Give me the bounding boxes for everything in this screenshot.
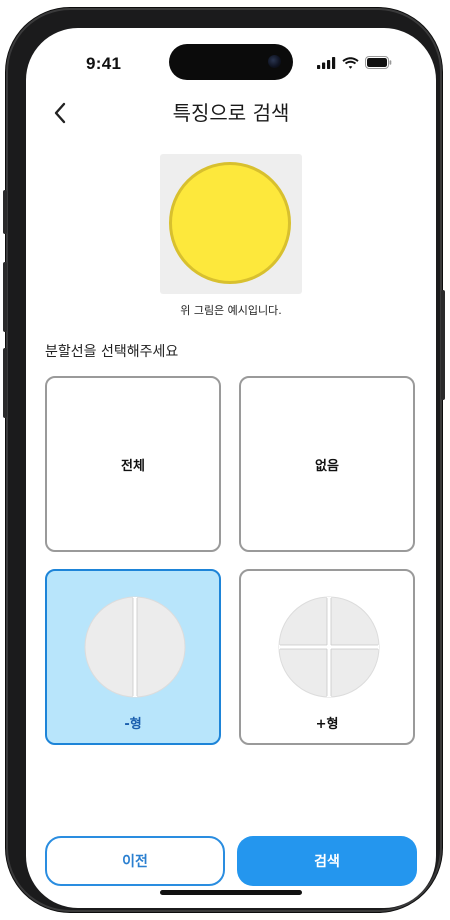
home-indicator[interactable] (160, 890, 302, 895)
phone-bezel: 9:41 특징으로 검색 위 그림은 예시입니다. 분할선을 선택해주세요 전체… (6, 8, 442, 912)
option-plus-line[interactable]: +형 (239, 569, 415, 745)
page-title: 특징으로 검색 (172, 101, 290, 125)
wifi-icon (342, 56, 359, 69)
signal-icon (317, 56, 336, 69)
app-screen: 9:41 특징으로 검색 위 그림은 예시입니다. 분할선을 선택해주세요 전체… (26, 28, 436, 908)
option-label: 전체 (121, 458, 145, 474)
option-label: 없음 (315, 458, 339, 474)
status-icons (317, 56, 392, 69)
pill-plus-line-icon (278, 596, 380, 698)
example-caption: 위 그림은 예시입니다. (180, 304, 282, 317)
option-label: +형 (315, 717, 339, 732)
option-label: -형 (124, 717, 142, 732)
prev-button[interactable]: 이전 (45, 836, 225, 886)
dynamic-island (169, 44, 293, 80)
device-canvas: 9:41 특징으로 검색 위 그림은 예시입니다. 분할선을 선택해주세요 전체… (0, 0, 450, 920)
pill-minus-line-icon (84, 596, 186, 698)
status-time: 9:41 (86, 54, 122, 73)
search-button[interactable]: 검색 (237, 836, 417, 886)
example-image (160, 154, 302, 294)
option-none[interactable]: 없음 (239, 376, 415, 552)
example-pill (169, 162, 291, 284)
option-all[interactable]: 전체 (45, 376, 221, 552)
battery-icon (365, 56, 392, 69)
camera-icon (268, 55, 281, 68)
section-label: 분할선을 선택해주세요 (45, 344, 179, 360)
option-minus-line[interactable]: -형 (45, 569, 221, 745)
